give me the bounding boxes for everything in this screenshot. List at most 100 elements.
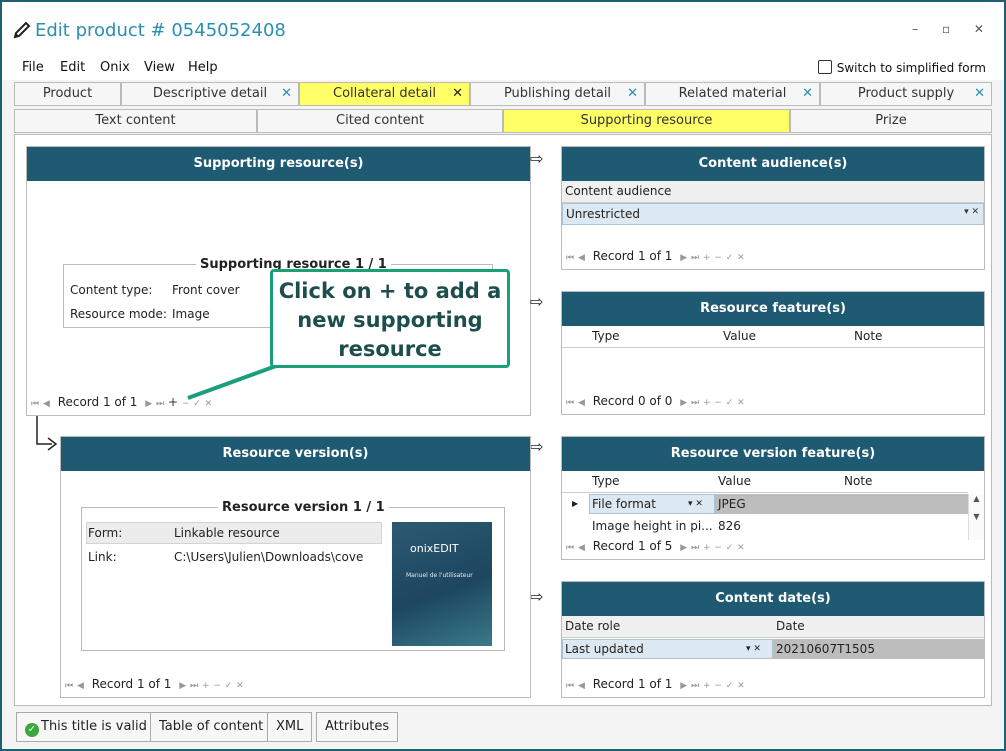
confirm-icon[interactable]: ✓ — [726, 543, 734, 553]
cancel-icon[interactable]: ✕ — [737, 253, 745, 263]
subtab-text-content[interactable]: Text content — [14, 109, 257, 133]
table-row[interactable]: ▶ File format ▾ ✕ JPEG — [562, 494, 968, 516]
first-record-icon[interactable]: ⏮ — [566, 681, 574, 691]
remove-record-icon[interactable]: − — [714, 681, 722, 691]
last-record-icon[interactable]: ⏭ — [156, 399, 164, 409]
table-row[interactable]: Last updated ▾ ✕ 20210607T1505 — [562, 639, 984, 661]
dropdown-clear-icon[interactable]: ▾ ✕ — [964, 207, 979, 217]
subtab-cited-content[interactable]: Cited content — [257, 109, 503, 133]
menu-edit[interactable]: Edit — [60, 60, 85, 75]
record-navigator: ⏮ ◀ Record 1 of 1 ▶ ⏭ + − ✓ ✕ — [566, 249, 745, 267]
first-record-icon[interactable]: ⏮ — [31, 399, 39, 409]
confirm-icon[interactable]: ✓ — [225, 681, 233, 691]
audience-row[interactable]: Unrestricted ▾ ✕ — [562, 203, 984, 225]
add-record-icon[interactable]: + — [703, 543, 711, 553]
confirm-icon[interactable]: ✓ — [726, 398, 734, 408]
menu-bar: File Edit Onix View Help Switch to simpl… — [2, 54, 1004, 80]
remove-record-icon[interactable]: − — [213, 681, 221, 691]
add-record-icon[interactable]: + — [703, 681, 711, 691]
next-record-icon[interactable]: ▶ — [145, 399, 152, 409]
table-row[interactable]: Image height in pi... 826 — [562, 516, 968, 538]
cancel-icon[interactable]: ✕ — [737, 398, 745, 408]
add-record-icon[interactable]: + — [703, 398, 711, 408]
tab-publishing-detail[interactable]: Publishing detail ✕ — [470, 82, 645, 106]
tab-label: Publishing detail — [503, 86, 612, 101]
panel-header: Content date(s) — [562, 582, 984, 616]
value-text: 826 — [718, 519, 741, 533]
confirm-icon[interactable]: ✓ — [726, 681, 734, 691]
subtab-prize[interactable]: Prize — [790, 109, 992, 133]
remove-record-icon[interactable]: − — [714, 543, 722, 553]
link-value[interactable]: C:\Users\Julien\Downloads\cover — [174, 550, 364, 564]
last-record-icon[interactable]: ⏭ — [691, 681, 699, 691]
cancel-icon[interactable]: ✕ — [737, 681, 745, 691]
next-record-icon[interactable]: ▶ — [680, 681, 687, 691]
title-valid-button[interactable]: ✓ This title is valid — [16, 712, 156, 742]
cover-thumbnail: onixEDIT Manuel de l'utilisateur — [392, 522, 492, 646]
close-icon[interactable]: ✕ — [452, 83, 463, 105]
remove-record-icon[interactable]: − — [714, 253, 722, 263]
prev-record-icon[interactable]: ◀ — [578, 253, 585, 263]
next-record-icon[interactable]: ▶ — [680, 253, 687, 263]
scrollbar[interactable]: ▲ ▼ — [968, 494, 984, 540]
tab-product[interactable]: Product — [14, 82, 121, 106]
dropdown-clear-icon[interactable]: ▾ ✕ — [688, 499, 703, 509]
cancel-icon[interactable]: ✕ — [737, 543, 745, 553]
record-counter: Record 1 of 1 — [592, 677, 673, 691]
column-header-value: Value — [718, 474, 751, 488]
close-icon[interactable]: ✕ — [627, 83, 638, 105]
tab-descriptive-detail[interactable]: Descriptive detail ✕ — [121, 82, 299, 106]
value-text: JPEG — [718, 497, 746, 511]
xml-button[interactable]: XML — [267, 712, 313, 742]
add-record-icon[interactable]: + — [703, 253, 711, 263]
form-value[interactable]: Linkable resource — [174, 526, 280, 540]
column-header-type: Type — [592, 329, 620, 343]
menu-help[interactable]: Help — [188, 60, 218, 75]
confirm-icon[interactable]: ✓ — [726, 253, 734, 263]
close-icon[interactable]: ✕ — [974, 83, 985, 105]
table-of-content-button[interactable]: Table of content — [150, 712, 273, 742]
prev-record-icon[interactable]: ◀ — [43, 399, 50, 409]
subtab-supporting-resource[interactable]: Supporting resource — [503, 109, 790, 133]
check-icon: ✓ — [25, 723, 39, 737]
next-record-icon[interactable]: ▶ — [680, 543, 687, 553]
tab-product-supply[interactable]: Product supply ✕ — [820, 82, 992, 106]
resource-mode-value[interactable]: Image — [172, 307, 210, 321]
last-record-icon[interactable]: ⏭ — [691, 253, 699, 263]
arrow-right-icon: ⇨ — [530, 437, 544, 456]
first-record-icon[interactable]: ⏮ — [566, 398, 574, 408]
close-icon[interactable]: ✕ — [802, 83, 813, 105]
prev-record-icon[interactable]: ◀ — [578, 543, 585, 553]
column-header: Content audience — [565, 184, 672, 198]
prev-record-icon[interactable]: ◀ — [578, 398, 585, 408]
close-icon[interactable]: ✕ — [281, 83, 292, 105]
content-type-value[interactable]: Front cover — [172, 283, 240, 297]
prev-record-icon[interactable]: ◀ — [77, 681, 84, 691]
last-record-icon[interactable]: ⏭ — [691, 543, 699, 553]
last-record-icon[interactable]: ⏭ — [190, 681, 198, 691]
menu-onix[interactable]: Onix — [100, 60, 130, 75]
first-record-icon[interactable]: ⏮ — [566, 253, 574, 263]
window-controls[interactable]: – ▫ ✕ — [912, 22, 994, 36]
dropdown-clear-icon[interactable]: ▾ ✕ — [746, 644, 761, 654]
switch-simplified-button[interactable]: Switch to simplified form — [817, 60, 986, 75]
panel-header: Content audience(s) — [562, 147, 984, 181]
tab-related-material[interactable]: Related material ✕ — [645, 82, 820, 106]
add-record-icon[interactable]: + — [168, 395, 178, 409]
remove-record-icon[interactable]: − — [714, 398, 722, 408]
tab-collateral-detail[interactable]: Collateral detail ✕ — [299, 82, 470, 106]
last-record-icon[interactable]: ⏭ — [691, 398, 699, 408]
cancel-icon[interactable]: ✕ — [236, 681, 244, 691]
attributes-button[interactable]: Attributes — [316, 712, 399, 742]
prev-record-icon[interactable]: ◀ — [578, 681, 585, 691]
value-cell[interactable] — [715, 494, 968, 514]
add-record-icon[interactable]: + — [202, 681, 210, 691]
first-record-icon[interactable]: ⏮ — [65, 681, 73, 691]
next-record-icon[interactable]: ▶ — [680, 398, 687, 408]
panel-header: Resource version(s) — [61, 437, 530, 471]
next-record-icon[interactable]: ▶ — [179, 681, 186, 691]
panel-header: Resource feature(s) — [562, 292, 984, 326]
menu-view[interactable]: View — [144, 60, 175, 75]
first-record-icon[interactable]: ⏮ — [566, 543, 574, 553]
menu-file[interactable]: File — [22, 60, 44, 75]
